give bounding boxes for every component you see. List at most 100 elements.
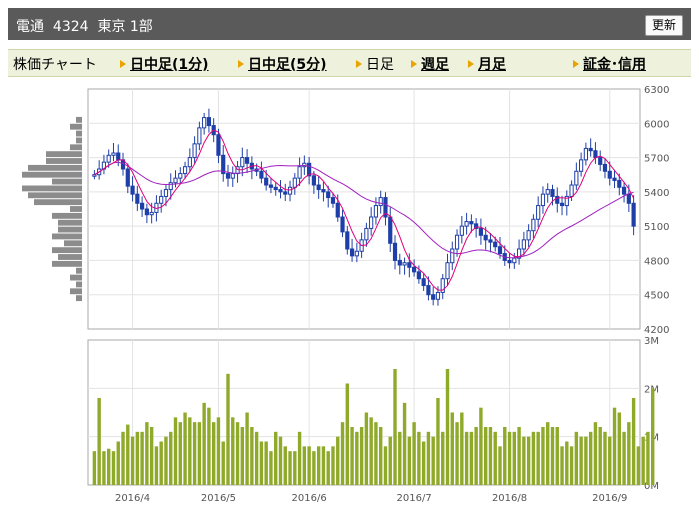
volume-bar — [588, 431, 593, 485]
candle-body — [135, 193, 140, 204]
candle-body — [569, 184, 574, 197]
candle-body — [369, 216, 374, 229]
volume-bar — [531, 431, 536, 485]
volume-bar — [450, 412, 454, 485]
volume-bar — [359, 427, 364, 485]
volume-bar — [111, 451, 116, 485]
candle-body — [416, 271, 421, 280]
candle-body — [225, 173, 231, 179]
candle-body — [144, 208, 149, 216]
candle-body — [431, 294, 436, 300]
volume-bar — [116, 441, 120, 485]
volume-bar — [636, 446, 641, 485]
volume-bar — [445, 369, 450, 485]
volume-bar — [374, 422, 378, 485]
candle-body — [173, 177, 178, 184]
volume-bar — [541, 427, 545, 485]
candle-body — [149, 211, 154, 216]
price-tick-label: 4800 — [644, 256, 669, 267]
volume-bar — [197, 422, 202, 485]
candle-body — [488, 239, 493, 243]
volume-bar — [302, 446, 307, 485]
volume-bar — [173, 417, 178, 485]
volume-bar — [336, 436, 340, 485]
volume-bar — [107, 448, 111, 485]
candle-body — [178, 173, 183, 179]
volume-bar — [455, 422, 459, 485]
candle-body — [216, 134, 221, 156]
volume-bar — [216, 417, 221, 485]
price-profile-bar — [70, 144, 82, 151]
volume-bar — [622, 431, 626, 485]
volume-bar — [369, 417, 373, 485]
volume-bar — [584, 436, 588, 485]
volume-bar — [283, 446, 287, 485]
candle-body — [593, 150, 598, 159]
x-tick-label: 2016/8 — [492, 493, 527, 504]
candle-body — [130, 185, 135, 195]
volume-bar — [627, 422, 631, 485]
volume-bar — [479, 407, 483, 485]
price-profile-bar — [76, 267, 82, 274]
volume-bar — [593, 422, 598, 485]
candle-body — [445, 262, 450, 280]
candle-body — [364, 227, 369, 241]
volume-bar — [469, 431, 474, 485]
price-profile-bar — [52, 260, 82, 267]
candle-body — [540, 193, 546, 207]
volume-bar — [221, 441, 225, 485]
candle-body — [478, 227, 484, 236]
volume-bar — [240, 427, 245, 485]
price-profile-bar — [64, 240, 82, 247]
candle-body — [163, 189, 169, 197]
volume-bar — [259, 441, 264, 485]
volume-bar — [278, 436, 283, 485]
x-tick-label: 2016/6 — [292, 493, 327, 504]
candle-body — [168, 182, 173, 191]
volume-bar — [140, 431, 144, 485]
candle-body — [206, 117, 212, 127]
price-tick-label: 4500 — [644, 291, 669, 302]
candle-body — [612, 177, 617, 181]
price-profile-bar — [28, 164, 82, 171]
candle-body — [297, 166, 302, 179]
volume-bar — [421, 441, 426, 485]
volume-bar — [250, 427, 254, 485]
candle-body — [311, 175, 316, 186]
volume-bar — [245, 412, 249, 485]
candle-body — [588, 147, 593, 152]
volume-bar — [364, 412, 369, 485]
volume-bar — [498, 446, 502, 485]
candle-body — [197, 127, 202, 145]
candle-body — [574, 170, 579, 186]
volume-bar — [436, 398, 440, 485]
candle-body — [617, 179, 622, 188]
volume-bar — [407, 436, 412, 485]
price-profile-bar — [52, 233, 82, 240]
volume-bar — [264, 441, 268, 485]
volume-bar — [393, 369, 397, 485]
candle-body — [302, 162, 307, 168]
volume-bar — [507, 431, 512, 485]
candle-body — [140, 202, 145, 210]
candle-body — [426, 285, 431, 296]
candle-body — [621, 186, 627, 195]
volume-bar — [441, 431, 445, 485]
volume-bar — [188, 417, 192, 485]
price-profile-bar — [70, 123, 82, 130]
candle-body — [598, 157, 603, 165]
volume-bar — [483, 427, 488, 485]
volume-bar — [130, 436, 135, 485]
volume-bar — [316, 446, 321, 485]
price-profile-bar — [70, 288, 82, 295]
candle-body — [159, 195, 164, 204]
price-profile-bar — [22, 171, 82, 178]
price-profile-bar — [58, 226, 82, 233]
price-profile-bar — [70, 274, 82, 281]
candle-body — [278, 189, 283, 193]
candle-body — [454, 234, 460, 250]
volume-bar — [207, 407, 211, 485]
candle-body — [626, 193, 631, 204]
volume-bar — [102, 451, 106, 485]
volume-bar — [145, 422, 149, 485]
